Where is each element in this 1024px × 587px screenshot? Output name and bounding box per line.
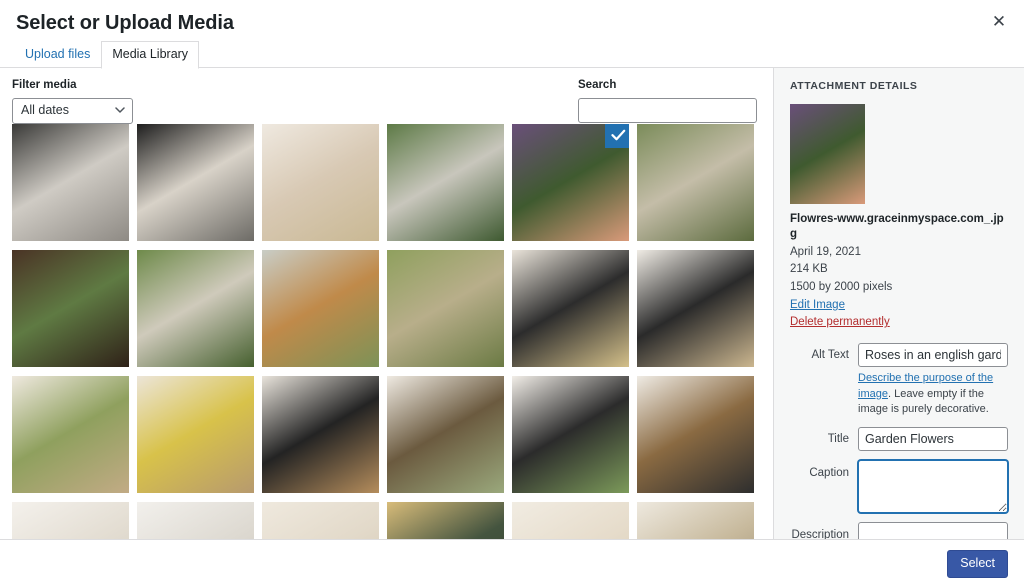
title-row: Title (790, 427, 1008, 452)
media-thumbnail-image (137, 376, 254, 493)
check-icon[interactable] (605, 124, 629, 148)
date-filter-select[interactable]: All dates (12, 97, 133, 124)
media-thumbnail-image (512, 250, 629, 367)
attachment-date: April 19, 2021 (790, 245, 861, 258)
title-input[interactable] (858, 427, 1008, 452)
media-modal: Select or Upload Media ✕ Upload files Me… (0, 0, 1024, 587)
delete-permanently-link[interactable]: Delete permanently (790, 314, 1008, 331)
media-thumbnail-image (137, 124, 254, 241)
modal-body: Filter media All dates Search ATTACHMENT… (0, 68, 1024, 539)
attachment-details-heading: ATTACHMENT DETAILS (790, 80, 918, 92)
media-grid (12, 124, 761, 539)
caption-label: Caption (809, 467, 849, 480)
media-thumbnail[interactable] (512, 124, 629, 241)
page-title: Select or Upload Media (16, 12, 234, 34)
media-thumbnail[interactable] (512, 376, 629, 493)
media-content-pane: Filter media All dates Search (0, 68, 773, 539)
media-thumbnail[interactable] (137, 502, 254, 539)
media-thumbnail-image (387, 376, 504, 493)
media-thumbnail-image (387, 502, 504, 539)
media-thumbnail[interactable] (262, 502, 379, 539)
description-control (858, 522, 1008, 539)
media-thumbnail[interactable] (262, 376, 379, 493)
alt-text-input[interactable] (858, 342, 1008, 367)
media-thumbnail[interactable] (387, 250, 504, 367)
caption-textarea[interactable] (858, 460, 1008, 514)
attachment-details-sidebar: ATTACHMENT DETAILS Flowres-www.graceinmy… (773, 68, 1024, 539)
filter-media-group: Filter media All dates (12, 78, 133, 124)
media-thumbnail-image (137, 250, 254, 367)
search-label: Search (578, 79, 617, 91)
date-filter-wrap: All dates (12, 97, 133, 124)
media-thumbnail[interactable] (637, 124, 754, 241)
description-label: Description (791, 529, 849, 539)
attachment-dimensions: 1500 by 2000 pixels (790, 281, 893, 294)
media-thumbnail[interactable] (137, 124, 254, 241)
media-thumbnail-image (12, 502, 129, 539)
close-icon[interactable]: ✕ (982, 4, 1016, 38)
alt-text-control: Describe the purpose of the image. Leave… (858, 342, 1008, 419)
media-thumbnail-image (512, 502, 629, 539)
edit-image-link[interactable]: Edit Image (790, 297, 1008, 314)
filter-media-label: Filter media (12, 79, 77, 91)
media-thumbnail-image (262, 376, 379, 493)
media-thumbnail[interactable] (512, 502, 629, 539)
media-grid-scroll[interactable] (0, 124, 773, 539)
alt-text-row: Alt Text Describe the purpose of the ima… (790, 342, 1008, 419)
description-row: Description (790, 522, 1008, 539)
media-toolbar: Filter media All dates Search (0, 68, 773, 124)
alt-text-label: Alt Text (811, 348, 850, 361)
media-thumbnail-image (637, 502, 754, 539)
media-thumbnail[interactable] (12, 502, 129, 539)
media-thumbnail-image (262, 502, 379, 539)
media-thumbnail[interactable] (387, 502, 504, 539)
media-thumbnail[interactable] (137, 376, 254, 493)
media-thumbnail[interactable] (12, 124, 129, 241)
caption-control (858, 460, 1008, 514)
attachment-meta: Flowres-www.graceinmyspace.com_.jpg Apri… (790, 212, 1008, 332)
title-control (858, 427, 1008, 452)
description-textarea[interactable] (858, 522, 1008, 539)
tab-upload-files[interactable]: Upload files (14, 41, 101, 68)
media-thumbnail[interactable] (637, 250, 754, 367)
media-thumbnail-image (637, 376, 754, 493)
media-thumbnail[interactable] (387, 376, 504, 493)
search-input[interactable] (578, 97, 757, 123)
media-thumbnail-image (262, 124, 379, 241)
media-thumbnail[interactable] (387, 124, 504, 241)
media-thumbnail[interactable] (262, 124, 379, 241)
alt-text-help: Describe the purpose of the image. Leave… (858, 371, 1008, 419)
media-thumbnail-image (637, 124, 754, 241)
attachment-preview-thumbnail (790, 103, 865, 204)
attachment-fields: Alt Text Describe the purpose of the ima… (790, 342, 1008, 539)
tab-media-library[interactable]: Media Library (101, 40, 200, 69)
attachment-filesize: 214 KB (790, 263, 828, 276)
media-thumbnail-image (637, 250, 754, 367)
modal-footer: Select (0, 539, 1024, 587)
media-thumbnail-image (387, 250, 504, 367)
select-button[interactable]: Select (947, 549, 1008, 578)
modal-header: Select or Upload Media ✕ (0, 0, 1024, 40)
attachment-filename: Flowres-www.graceinmyspace.com_.jpg (790, 212, 1004, 241)
media-thumbnail-image (387, 124, 504, 241)
media-thumbnail-image (12, 124, 129, 241)
search-group: Search (578, 78, 757, 123)
media-thumbnail-image (12, 376, 129, 493)
media-thumbnail-image (262, 250, 379, 367)
media-thumbnail[interactable] (12, 376, 129, 493)
media-thumbnail[interactable] (637, 376, 754, 493)
caption-row: Caption (790, 460, 1008, 514)
modal-tabs: Upload files Media Library (0, 40, 1024, 69)
media-thumbnail-image (512, 376, 629, 493)
media-thumbnail[interactable] (512, 250, 629, 367)
media-thumbnail-image (12, 250, 129, 367)
media-thumbnail[interactable] (262, 250, 379, 367)
media-thumbnail[interactable] (137, 250, 254, 367)
media-thumbnail[interactable] (637, 502, 754, 539)
media-thumbnail-image (137, 502, 254, 539)
media-thumbnail[interactable] (12, 250, 129, 367)
title-label: Title (827, 433, 849, 446)
